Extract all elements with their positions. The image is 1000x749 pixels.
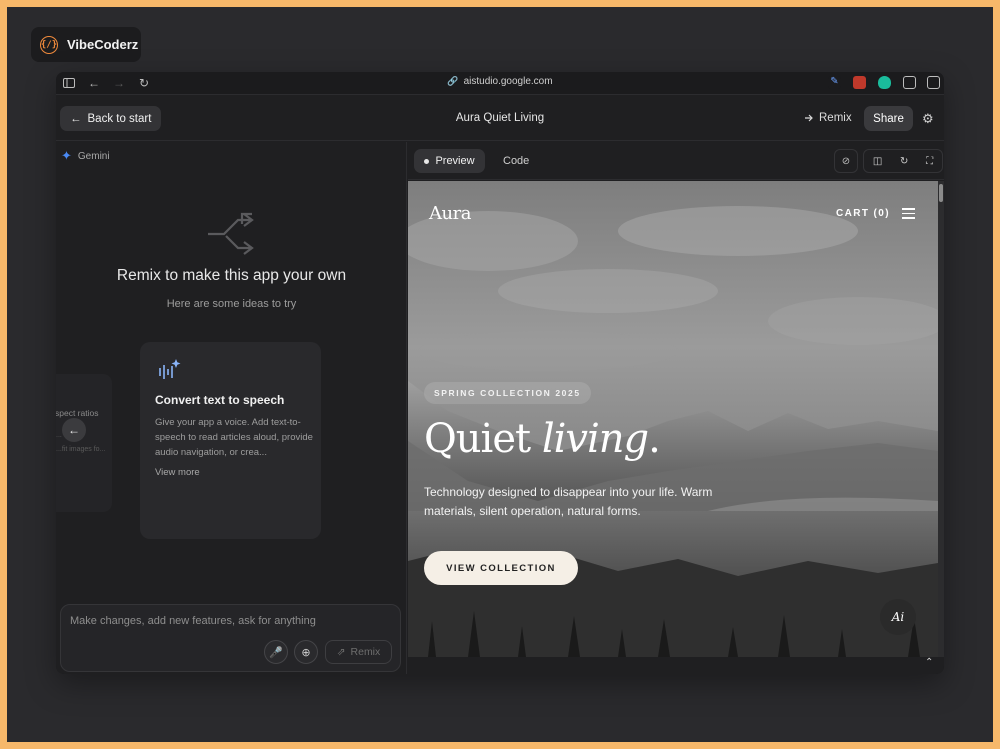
curly-braces-bolt-icon: {/} <box>40 35 58 54</box>
microphone-button[interactable]: 🎤 <box>264 640 288 664</box>
tab-preview[interactable]: Preview <box>414 149 485 173</box>
tab-preview-label: Preview <box>435 155 475 167</box>
tab-code[interactable]: Code <box>503 155 529 167</box>
remix-send-button[interactable]: ⇗ Remix <box>325 640 392 664</box>
device-toggle-icon[interactable]: ◫ <box>873 156 882 167</box>
remix-heading: Remix to make this app your own <box>116 267 347 284</box>
right-panel: Preview Code ⊘ ◫ ↻ ⛶ Aura CART (0) SPRIN… <box>408 142 944 674</box>
remix-label: Remix <box>819 112 852 124</box>
model-label-row: ✦ Gemini <box>61 148 110 164</box>
link-icon: 🔗 <box>447 76 459 86</box>
idea-description: Give your app a voice. Add text-to-speec… <box>155 417 313 458</box>
extensions-icon[interactable] <box>903 76 916 89</box>
previous-idea-title: spect ratios <box>56 408 99 418</box>
shield-extension-icon[interactable] <box>878 76 891 89</box>
share-button[interactable]: Share <box>864 106 913 131</box>
previous-idea-line: ... <box>56 432 62 439</box>
microphone-icon: 🎤 <box>269 646 283 659</box>
refresh-icon[interactable]: ↻ <box>900 156 908 167</box>
preview-logo[interactable]: Aura <box>429 203 471 224</box>
remix-subheading: Here are some ideas to try <box>166 298 297 310</box>
prompt-placeholder: Make changes, add new features, ask for … <box>70 615 316 627</box>
prompt-input[interactable]: Make changes, add new features, ask for … <box>60 604 401 672</box>
fullscreen-icon[interactable]: ⛶ <box>926 156 933 167</box>
ai-assistant-button[interactable]: Ai <box>880 599 916 635</box>
address-bar[interactable]: 🔗 aistudio.google.com <box>56 76 944 87</box>
magic-wand-off-icon[interactable]: ⊘ <box>834 149 858 173</box>
hamburger-menu-icon[interactable] <box>902 208 915 219</box>
dropper-extension-icon[interactable]: ✎ <box>828 76 841 89</box>
hero-subtext: Technology designed to disappear into yo… <box>424 485 713 518</box>
remix-button[interactable]: Remix <box>804 112 852 124</box>
brand-badge[interactable]: {/} VibeCoderz <box>31 27 141 62</box>
plus-circle-icon: ⊕ <box>301 646 311 659</box>
view-more-link[interactable]: View more <box>155 467 200 478</box>
gear-icon[interactable]: ⚙ <box>922 111 934 127</box>
app-preview: Aura CART (0) SPRING COLLECTION 2025 Qui… <box>408 181 938 657</box>
audio-sparkle-icon <box>159 359 181 379</box>
browser-window: ← → ↻ 🔗 aistudio.google.com ✎ ← Back to s… <box>56 72 944 674</box>
left-panel: ✦ Gemini Remix to make this app your own… <box>56 142 407 674</box>
app-header: ← Back to start Aura Quiet Living Remix … <box>56 94 944 141</box>
view-collection-button[interactable]: VIEW COLLECTION <box>424 551 578 585</box>
model-label: Gemini <box>77 150 110 162</box>
browser-toolbar: ← → ↻ 🔗 aistudio.google.com ✎ <box>56 72 944 94</box>
previous-idea-line: ...fit images fo... <box>56 446 106 453</box>
remix-send-label: Remix <box>350 646 381 658</box>
brand-name: VibeCoderz <box>67 37 139 52</box>
hero-headline: Quiet living. <box>424 416 661 462</box>
idea-card[interactable]: Convert text to speech Give your app a v… <box>140 342 321 539</box>
gemini-sparkle-icon: ✦ <box>61 148 72 163</box>
puzzle-extension-icon[interactable] <box>853 76 866 89</box>
split-view-icon[interactable] <box>927 76 940 89</box>
remix-icon: ⇗ <box>336 646 346 658</box>
preview-scrollbar[interactable] <box>938 181 944 657</box>
arrow-left-icon: ← <box>68 423 80 437</box>
previous-idea-card[interactable]: spect ratios ... ...fit images fo... <box>56 374 112 512</box>
preview-tools: ◫ ↻ ⛶ <box>863 149 943 173</box>
carousel-prev-button[interactable]: ← <box>62 418 86 442</box>
cart-link[interactable]: CART (0) <box>836 208 890 219</box>
preview-tabs-bar: Preview Code ⊘ ◫ ↻ ⛶ <box>408 142 944 180</box>
remix-icon <box>805 114 813 122</box>
remix-arrows-icon <box>208 212 254 255</box>
active-dot-icon <box>424 158 430 164</box>
collection-badge: SPRING COLLECTION 2025 <box>424 382 591 404</box>
chevron-up-icon[interactable]: ⌃ <box>925 657 933 668</box>
preview-footer-strip: ⌃ <box>408 657 944 674</box>
idea-title: Convert text to speech <box>155 393 285 407</box>
add-button[interactable]: ⊕ <box>294 640 318 664</box>
url-text: aistudio.google.com <box>463 76 553 87</box>
annotate-tool[interactable]: ⊘ <box>834 149 858 173</box>
